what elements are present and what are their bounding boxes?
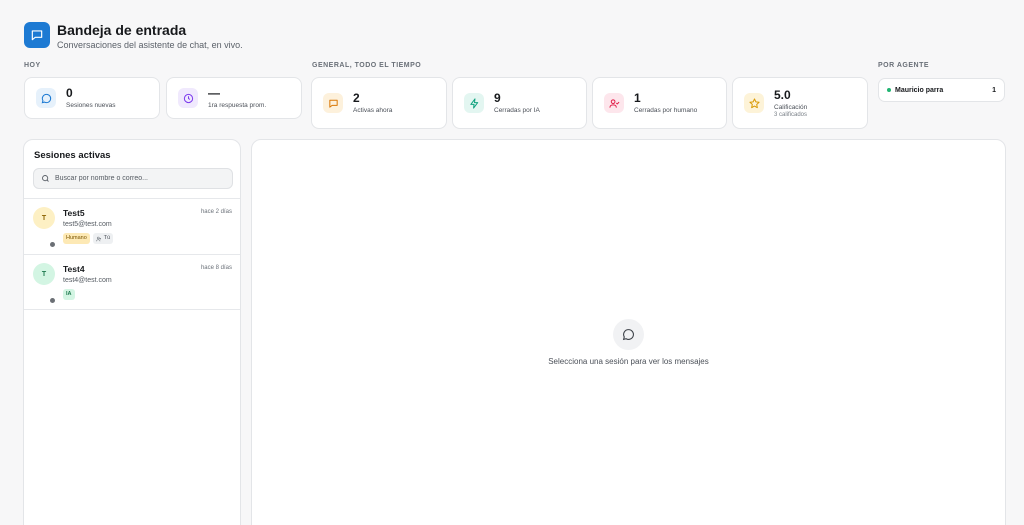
session-time: hace 2 días	[200, 209, 232, 215]
page-header: Bandeja de entrada Conversaciones del as…	[24, 22, 243, 50]
chat-bubble-icon	[36, 88, 56, 108]
section-label-general: GENERAL, TODO EL TIEMPO	[312, 62, 422, 69]
agent-status-dot	[887, 88, 891, 92]
bolt-icon	[464, 93, 484, 113]
session-tags: IA	[63, 289, 75, 300]
stat-sub: 3 calificados	[774, 111, 808, 118]
stat-label: Cerradas por IA	[494, 107, 540, 114]
stat-value: —	[208, 86, 220, 100]
stat-label: Activas ahora	[353, 107, 393, 114]
clock-icon	[178, 88, 198, 108]
tag-ai: IA	[63, 289, 75, 300]
chat-panel: Selecciona una sesión para ver los mensa…	[251, 139, 1006, 525]
user-check-icon	[604, 93, 624, 113]
section-label-today: HOY	[24, 62, 41, 69]
session-time: hace 8 días	[200, 265, 232, 271]
sessions-panel: Sesiones activas T Test5 test5@test.com …	[23, 139, 241, 525]
stat-label: Cerradas por humano	[634, 107, 698, 114]
stat-card-new-sessions: 0 Sesiones nuevas	[24, 77, 160, 119]
search-box	[33, 168, 233, 189]
stat-label: Sesiones nuevas	[66, 102, 116, 109]
page-title: Bandeja de entrada	[57, 22, 187, 38]
session-tags: Humano Tú	[63, 233, 114, 244]
session-item[interactable]: T Test5 test5@test.com hace 2 días Human…	[24, 198, 240, 254]
session-email: test4@test.com	[63, 277, 112, 284]
search-input[interactable]	[55, 175, 225, 182]
stat-card-closed-ai: 9 Cerradas por IA	[452, 77, 587, 129]
stat-value: 1	[634, 91, 641, 105]
avatar: T	[33, 207, 55, 229]
tag-you-label: Tú	[103, 235, 111, 241]
avatar: T	[33, 263, 55, 285]
status-dot	[50, 298, 55, 303]
stat-value: 5.0	[774, 87, 791, 102]
empty-state-text: Selecciona una sesión para ver los mensa…	[548, 357, 709, 366]
search-icon	[42, 175, 49, 182]
session-name: Test4	[63, 264, 85, 274]
page-subtitle: Conversaciones del asistente de chat, en…	[57, 40, 243, 50]
section-label-by-agent: POR AGENTE	[878, 62, 930, 69]
stat-value: 2	[353, 91, 360, 105]
stat-card-active-now: 2 Activas ahora	[311, 77, 447, 129]
tag-human: Humano	[63, 233, 90, 244]
stat-card-closed-human: 1 Cerradas por humano	[592, 77, 727, 129]
chat-bubble-icon	[613, 319, 644, 350]
chat-icon	[24, 22, 50, 48]
stat-label: 1ra respuesta prom.	[208, 102, 267, 109]
stat-card-rating: 5.0 Calificación 3 calificados	[732, 77, 868, 129]
status-dot	[50, 242, 55, 247]
tag-you: Tú	[92, 233, 114, 244]
star-icon	[744, 93, 764, 113]
stat-value: 9	[494, 91, 501, 105]
chat-square-icon	[323, 93, 343, 113]
stat-label: Calificación	[774, 103, 808, 111]
stat-value: 0	[66, 86, 73, 100]
panel-title: Sesiones activas	[34, 150, 111, 161]
session-list: T Test5 test5@test.com hace 2 días Human…	[24, 198, 240, 310]
agent-name: Mauricio parra	[895, 86, 944, 94]
session-email: test5@test.com	[63, 221, 112, 228]
stat-card-first-response: — 1ra respuesta prom.	[166, 77, 302, 119]
agent-card[interactable]: Mauricio parra 1	[878, 78, 1005, 102]
session-item[interactable]: T Test4 test4@test.com hace 8 días IA	[24, 254, 240, 310]
agent-count: 1	[992, 86, 996, 94]
user-icon	[95, 236, 101, 241]
session-name: Test5	[63, 208, 85, 218]
